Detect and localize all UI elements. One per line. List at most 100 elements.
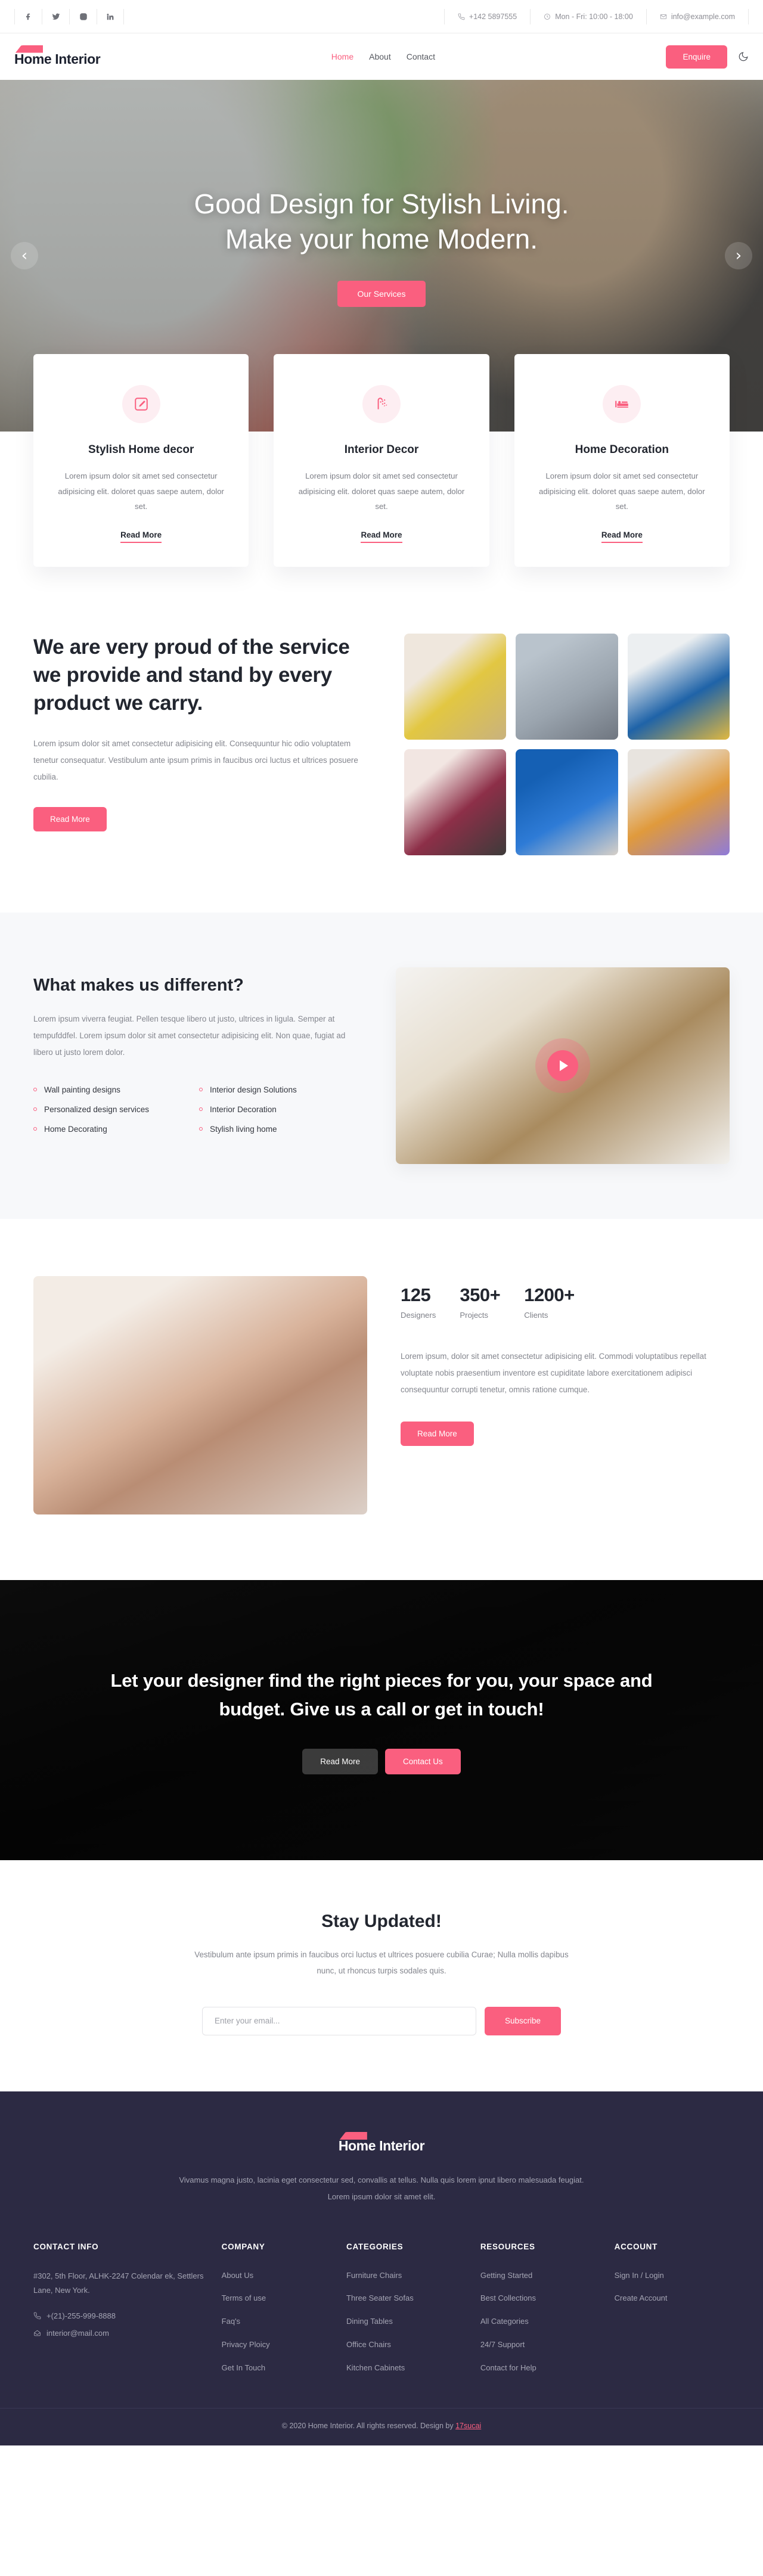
bed-icon xyxy=(603,385,641,423)
top-phone[interactable]: +142 5897555 xyxy=(443,8,530,24)
moon-icon[interactable] xyxy=(738,51,749,62)
list-item: Interior Decoration xyxy=(199,1105,359,1114)
stat-projects: 350+ Projects xyxy=(460,1284,500,1320)
gallery-image-butterfly-chair xyxy=(627,749,730,856)
footer-email-text: interior@mail.com xyxy=(46,2329,109,2338)
service-card-read-more[interactable]: Read More xyxy=(361,530,402,544)
gallery-image-maroon-armchair xyxy=(404,749,507,856)
footer-link[interactable]: About Us xyxy=(222,2269,337,2283)
footer-link[interactable]: Privacy Ploicy xyxy=(222,2338,337,2352)
gallery-image-grey-sofa xyxy=(516,634,618,740)
instagram-icon[interactable] xyxy=(69,8,97,24)
phone-icon xyxy=(458,13,465,20)
footer-logo[interactable]: Home Interior xyxy=(338,2131,425,2154)
footer-link[interactable]: Getting Started xyxy=(480,2269,605,2283)
our-services-button[interactable]: Our Services xyxy=(337,280,426,307)
different-heading: What makes us different? xyxy=(33,976,244,995)
footer-company-column: COMPANY About Us Terms of use Faq's Priv… xyxy=(222,2242,337,2385)
cta-contact-us-button[interactable]: Contact Us xyxy=(385,1748,461,1774)
linkedin-icon[interactable] xyxy=(97,8,124,24)
service-card[interactable]: Interior Decor Lorem ipsum dolor sit ame… xyxy=(274,354,489,567)
footer-link[interactable]: Terms of use xyxy=(222,2292,337,2305)
hero-title-line1: Good Design for Stylish Living. xyxy=(194,188,569,220)
nav-item-about[interactable]: About xyxy=(369,52,391,61)
stats-read-more-button[interactable]: Read More xyxy=(401,1421,474,1446)
footer-link[interactable]: Office Chairs xyxy=(346,2338,471,2352)
gallery-image-blue-sofa xyxy=(627,634,730,740)
service-card-title: Interior Decor xyxy=(344,443,419,456)
footer-link[interactable]: Furniture Chairs xyxy=(346,2269,471,2283)
feature-list: Wall painting designs Interior design So… xyxy=(33,1085,359,1134)
footer-link[interactable]: Dining Tables xyxy=(346,2315,471,2329)
footer-categories-column: CATEGORIES Furniture Chairs Three Seater… xyxy=(346,2242,471,2385)
footer-logo-text: Home Interior xyxy=(338,2137,425,2153)
enquire-button[interactable]: Enquire xyxy=(666,45,727,69)
footer-link[interactable]: 24/7 Support xyxy=(480,2338,605,2352)
email-input[interactable] xyxy=(201,2006,476,2035)
footer-address: #302, 5th Floor, ALHK-2247 Colendar ek, … xyxy=(33,2271,204,2295)
stat-designers: 125 Designers xyxy=(401,1284,436,1320)
footer-link[interactable]: Kitchen Cabinets xyxy=(346,2361,471,2375)
phone-icon xyxy=(33,2312,41,2320)
site-logo[interactable]: Home Interior xyxy=(14,45,101,67)
service-card[interactable]: Stylish Home decor Lorem ipsum dolor sit… xyxy=(33,354,249,567)
list-item: Wall painting designs xyxy=(33,1085,193,1094)
designer-credit-link[interactable]: 17sucai xyxy=(455,2422,481,2430)
newsletter-heading: Stay Updated! xyxy=(321,1911,442,1932)
list-item: Home Decorating xyxy=(33,1125,193,1134)
envelope-icon xyxy=(660,14,666,19)
footer-phone-text: +(21)-255-999-8888 xyxy=(46,2311,116,2321)
stats-row: 125 Designers 350+ Projects 1200+ Client… xyxy=(401,1284,730,1320)
envelope-icon xyxy=(34,2330,41,2336)
stats-image xyxy=(33,1276,367,1515)
footer-link[interactable]: Get In Touch xyxy=(222,2361,337,2375)
stat-label: Designers xyxy=(401,1311,436,1320)
stats-text: Lorem ipsum, dolor sit amet consectetur … xyxy=(401,1352,706,1395)
service-card-read-more[interactable]: Read More xyxy=(120,530,162,544)
footer-link[interactable]: Faq's xyxy=(222,2315,337,2329)
service-card-text: Lorem ipsum dolor sit amet sed consectet… xyxy=(539,471,705,511)
service-card[interactable]: Home Decoration Lorem ipsum dolor sit am… xyxy=(514,354,730,567)
top-email[interactable]: info@example.com xyxy=(646,8,749,24)
footer-link[interactable]: Sign In / Login xyxy=(615,2269,730,2283)
footer-link[interactable]: Best Collections xyxy=(480,2292,605,2305)
bullet-circle-icon xyxy=(199,1088,203,1092)
footer-link[interactable]: All Categories xyxy=(480,2315,605,2329)
footer-columns: CONTACT INFO #302, 5th Floor, ALHK-2247 … xyxy=(33,2242,730,2385)
carousel-next-arrow-icon[interactable]: › xyxy=(725,242,752,269)
list-item: Interior design Solutions xyxy=(199,1085,359,1094)
footer-column-title: RESOURCES xyxy=(480,2242,535,2251)
stat-label: Clients xyxy=(524,1311,548,1320)
copyright-text: © 2020 Home Interior. All rights reserve… xyxy=(281,2422,456,2431)
top-hours: Mon - Fri: 10:00 - 18:00 xyxy=(530,8,646,24)
pencil-square-icon xyxy=(122,385,160,423)
footer-link[interactable]: Three Seater Sofas xyxy=(346,2292,471,2305)
video-thumbnail[interactable] xyxy=(396,967,730,1165)
subscribe-button[interactable]: Subscribe xyxy=(484,2006,562,2035)
footer-column-title: CATEGORIES xyxy=(346,2242,404,2251)
service-card-title: Home Decoration xyxy=(575,443,669,456)
nav-item-contact[interactable]: Contact xyxy=(407,52,435,61)
proud-read-more-button[interactable]: Read More xyxy=(33,807,107,832)
service-card-text: Lorem ipsum dolor sit amet sed consectet… xyxy=(58,471,224,511)
bullet-circle-icon xyxy=(33,1107,37,1112)
bullet-circle-icon xyxy=(33,1088,37,1092)
play-button-icon[interactable] xyxy=(547,1050,578,1082)
facebook-icon[interactable] xyxy=(14,8,42,24)
service-card-read-more[interactable]: Read More xyxy=(601,530,643,544)
footer-column-title: CONTACT INFO xyxy=(33,2242,99,2251)
cta-read-more-button[interactable]: Read More xyxy=(302,1748,378,1774)
top-contact-info: +142 5897555 Mon - Fri: 10:00 - 18:00 in… xyxy=(443,8,749,24)
footer-link[interactable]: Contact for Help xyxy=(480,2361,605,2375)
feature-label: Personalized design services xyxy=(44,1104,150,1114)
carousel-prev-arrow-icon[interactable]: ‹ xyxy=(11,242,38,269)
footer-email[interactable]: interior@mail.com xyxy=(33,2329,212,2338)
footer-phone[interactable]: +(21)-255-999-8888 xyxy=(33,2311,212,2320)
feature-label: Interior design Solutions xyxy=(210,1085,297,1094)
footer-link[interactable]: Create Account xyxy=(615,2292,730,2305)
twitter-icon[interactable] xyxy=(42,8,69,24)
nav-item-home[interactable]: Home xyxy=(331,52,353,61)
main-navigation: Home Interior Home About Contact Enquire xyxy=(0,33,763,80)
proud-heading: We are very proud of the service we prov… xyxy=(33,635,350,715)
newsletter-section: Stay Updated! Vestibulum ante ipsum prim… xyxy=(0,1860,763,2091)
